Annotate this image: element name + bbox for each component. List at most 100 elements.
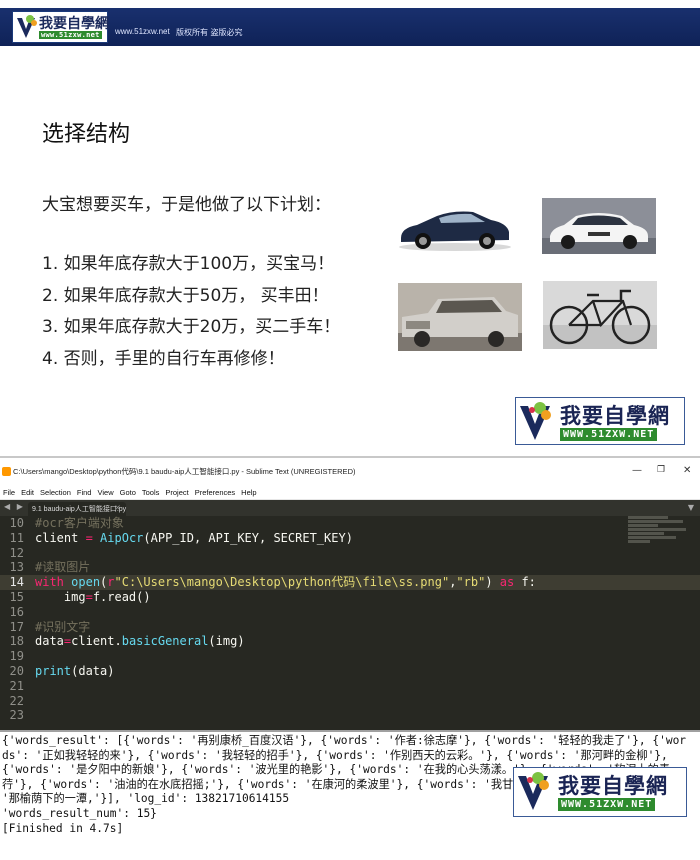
code-token: #识别文字 bbox=[35, 619, 91, 634]
watermark-logo-url: WWW.51ZXW.NET bbox=[560, 428, 658, 441]
line-number: 10 bbox=[9, 516, 24, 530]
tab-nav-arrows-icon[interactable]: ◀ ▶ bbox=[4, 502, 25, 511]
maximize-button[interactable]: ❐ bbox=[657, 465, 665, 475]
code-token: (img) bbox=[208, 634, 245, 649]
used-car-image bbox=[398, 283, 522, 351]
code-line[interactable]: 15 img=f.read() bbox=[0, 590, 700, 605]
green-v-logo-icon bbox=[520, 402, 551, 440]
menu-goto[interactable]: Goto bbox=[117, 486, 139, 499]
toyota-car-image bbox=[542, 198, 656, 254]
code-token: open bbox=[71, 575, 101, 590]
menu-edit[interactable]: Edit bbox=[18, 486, 37, 499]
header-copyright: 版权所有 盗版必究 bbox=[176, 28, 243, 37]
code-token: "C:\Users\mango\Desktop\python代码\file\ss… bbox=[114, 575, 450, 590]
plan-item: 4. 否则，手里的自行车再修修！ bbox=[42, 348, 285, 369]
menu-view[interactable]: View bbox=[94, 486, 116, 499]
window-title: C:\Users\mango\Desktop\python代码\9.1 baud… bbox=[13, 467, 356, 476]
window-titlebar[interactable]: C:\Users\mango\Desktop\python代码\9.1 baud… bbox=[0, 460, 700, 486]
code-token: #ocr客户端对象 bbox=[35, 516, 124, 530]
code-line[interactable]: 12 bbox=[0, 546, 700, 561]
code-line[interactable]: 17 #识别文字 bbox=[0, 620, 700, 635]
code-text: img=f.read() bbox=[35, 590, 151, 605]
slide-header-bar: 我要自學網 www.51zxw.net www.51zxw.net 版权所有 盗… bbox=[0, 8, 700, 46]
menu-file[interactable]: File bbox=[0, 486, 18, 499]
plan-list: 1. 如果年底存款大于100万，买宝马！ 2. 如果年底存款大于50万， 买丰田… bbox=[42, 249, 340, 375]
code-token: client bbox=[35, 530, 86, 545]
code-text: #识别文字 bbox=[35, 620, 90, 635]
code-text: client = AipOcr(APP_ID, API_KEY, SECRET_… bbox=[35, 531, 353, 546]
menu-preferences[interactable]: Preferences bbox=[192, 486, 238, 499]
code-line[interactable]: 14 with open(r"C:\Users\mango\Desktop\pyt… bbox=[0, 575, 700, 590]
sublime-icon bbox=[2, 467, 11, 476]
tab-menu-icon[interactable]: ▼ bbox=[688, 503, 694, 512]
tab-label: 9.1 baudu-aip人工智能接口.py bbox=[32, 506, 127, 513]
code-text: data=client.basicGeneral(img) bbox=[35, 634, 245, 649]
code-token: (data) bbox=[71, 663, 115, 678]
code-line[interactable]: 16 bbox=[0, 605, 700, 620]
green-v-logo-icon bbox=[518, 772, 549, 810]
slide-title: 选择结构 bbox=[42, 122, 131, 147]
build-output-panel[interactable]: {'words_result': [{'words': '再别康桥_百度汉语'}… bbox=[0, 730, 700, 860]
tutorial-slide: 我要自學網 www.51zxw.net www.51zxw.net 版权所有 盗… bbox=[0, 0, 700, 458]
output-watermark-logo-text: 我要自學網 bbox=[558, 773, 668, 798]
minimap[interactable] bbox=[628, 516, 688, 550]
tab-close-icon[interactable]: × bbox=[114, 503, 121, 512]
code-token: r bbox=[107, 575, 115, 590]
code-text: #ocr客户端对象 bbox=[35, 516, 124, 531]
line-number: 11 bbox=[9, 530, 24, 545]
line-number: 22 bbox=[9, 693, 24, 708]
code-token: client. bbox=[71, 634, 122, 649]
site-watermark-logo: 我要自學網 WWW.51ZXW.NET bbox=[515, 397, 685, 445]
line-number: 15 bbox=[9, 589, 24, 604]
code-line[interactable]: 11 client = AipOcr(APP_ID, API_KEY, SECRE… bbox=[0, 531, 700, 546]
plan-item: 1. 如果年底存款大于100万，买宝马！ bbox=[42, 254, 335, 274]
code-token: img bbox=[35, 589, 86, 604]
output-watermark-logo-url: WWW.51ZXW.NET bbox=[558, 798, 656, 811]
output-watermark-logo: 我要自學網 WWW.51ZXW.NET bbox=[513, 767, 687, 817]
line-number: 19 bbox=[9, 649, 24, 664]
code-token: AipOcr bbox=[100, 530, 144, 545]
line-number: 12 bbox=[9, 545, 24, 560]
code-token: #读取图片 bbox=[35, 560, 91, 575]
menu-find[interactable]: Find bbox=[74, 486, 95, 499]
code-token: (APP_ID, API_KEY, SECRET_KEY) bbox=[143, 530, 353, 545]
code-line[interactable]: 18 data=client.basicGeneral(img) bbox=[0, 634, 700, 649]
menu-selection[interactable]: Selection bbox=[37, 486, 74, 499]
code-editor[interactable]: 10 #ocr客户端对象 11 client = AipOcr(APP_ID, API… bbox=[0, 516, 700, 730]
code-line[interactable]: 23 bbox=[0, 708, 700, 723]
line-number: 23 bbox=[9, 708, 24, 723]
line-number: 14 bbox=[9, 575, 24, 590]
code-line[interactable]: 19 bbox=[0, 649, 700, 664]
slide-intro: 大宝想要买车，于是他做了以下计划： bbox=[42, 195, 331, 215]
menu-help[interactable]: Help bbox=[238, 486, 259, 499]
menu-tools[interactable]: Tools bbox=[139, 486, 163, 499]
logo-text: 我要自學網 bbox=[39, 16, 109, 32]
header-site-url: www.51zxw.net bbox=[115, 27, 170, 36]
code-line[interactable]: 21 bbox=[0, 679, 700, 694]
code-line[interactable]: 20 print(data) bbox=[0, 664, 700, 679]
code-text: #读取图片 bbox=[35, 560, 90, 575]
line-number: 20 bbox=[9, 663, 24, 678]
minimize-button[interactable]: — bbox=[632, 465, 642, 476]
code-text: with open(r"C:\Users\mango\Desktop\pytho… bbox=[35, 575, 536, 590]
code-token: = bbox=[85, 530, 93, 545]
line-number: 21 bbox=[9, 678, 24, 693]
code-token: = bbox=[85, 589, 93, 604]
code-token: f: bbox=[514, 575, 536, 590]
code-line[interactable]: 13 #读取图片 bbox=[0, 560, 700, 575]
code-token: "rb" bbox=[456, 575, 486, 590]
sublime-text-window: C:\Users\mango\Desktop\python代码\9.1 baud… bbox=[0, 460, 700, 860]
watermark-logo-text: 我要自學網 bbox=[560, 403, 670, 428]
tab-active-file[interactable]: 9.1 baudu-aip人工智能接口.py × bbox=[28, 502, 126, 516]
bicycle-image bbox=[543, 281, 657, 349]
code-token: f.read() bbox=[92, 589, 151, 604]
close-button[interactable]: ✕ bbox=[683, 465, 691, 476]
line-number: 13 bbox=[9, 560, 24, 575]
code-token: print bbox=[35, 663, 72, 678]
code-line[interactable]: 22 bbox=[0, 694, 700, 709]
code-token: basicGeneral bbox=[121, 634, 209, 649]
code-line[interactable]: 10 #ocr客户端对象 bbox=[0, 516, 700, 531]
tab-bar: ◀ ▶ 9.1 baudu-aip人工智能接口.py × ▼ bbox=[0, 500, 700, 516]
menu-project[interactable]: Project bbox=[162, 486, 191, 499]
